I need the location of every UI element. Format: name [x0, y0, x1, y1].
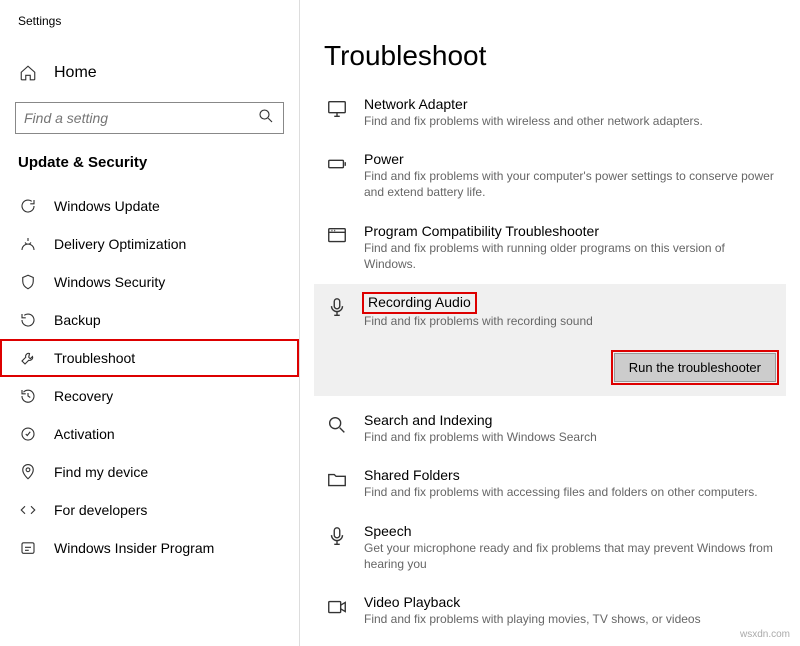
search-icon [257, 107, 275, 130]
wrench-icon [18, 349, 38, 367]
nav-label: Activation [54, 426, 115, 442]
nav-label: Recovery [54, 388, 113, 404]
optimization-icon [18, 235, 38, 253]
watermark: wsxdn.com [740, 629, 790, 640]
search-icon [324, 412, 350, 436]
battery-icon [324, 151, 350, 175]
microphone-icon [324, 523, 350, 547]
ts-power[interactable]: Power Find and fix problems with your co… [324, 145, 776, 206]
sync-icon [18, 197, 38, 215]
ts-search-indexing[interactable]: Search and Indexing Find and fix problem… [324, 406, 776, 451]
nav-label: Windows Update [54, 198, 160, 214]
search-box[interactable] [15, 102, 284, 134]
ts-desc: Find and fix problems with playing movie… [364, 611, 776, 627]
insider-icon [18, 539, 38, 557]
ts-speech[interactable]: Speech Get your microphone ready and fix… [324, 517, 776, 578]
ts-desc: Find and fix problems with running older… [364, 240, 776, 272]
nav-label: For developers [54, 502, 147, 518]
run-troubleshooter-button[interactable]: Run the troubleshooter [614, 353, 776, 382]
location-icon [18, 463, 38, 481]
home-icon [18, 64, 38, 82]
ts-video-playback[interactable]: Video Playback Find and fix problems wit… [324, 588, 776, 633]
microphone-icon [324, 294, 350, 318]
home-label: Home [54, 64, 97, 82]
nav-label: Backup [54, 312, 101, 328]
ts-shared-folders[interactable]: Shared Folders Find and fix problems wit… [324, 461, 776, 506]
ts-title: Power [364, 151, 776, 167]
folder-icon [324, 467, 350, 491]
backup-icon [18, 311, 38, 329]
program-icon [324, 223, 350, 247]
ts-network-adapter[interactable]: Network Adapter Find and fix problems wi… [324, 90, 776, 135]
nav-label: Windows Security [54, 274, 165, 290]
ts-title: Search and Indexing [364, 412, 776, 428]
ts-recording-audio-selected: Recording Audio Find and fix problems wi… [314, 284, 786, 396]
nav-windows-insider[interactable]: Windows Insider Program [0, 529, 299, 567]
monitor-icon [324, 96, 350, 120]
shield-icon [18, 273, 38, 291]
activation-icon [18, 425, 38, 443]
ts-desc: Get your microphone ready and fix proble… [364, 540, 776, 572]
nav-label: Delivery Optimization [54, 236, 186, 252]
nav-delivery-optimization[interactable]: Delivery Optimization [0, 225, 299, 263]
ts-desc: Find and fix problems with accessing fil… [364, 484, 776, 500]
ts-title: Recording Audio [364, 294, 475, 312]
section-title: Update & Security [0, 154, 299, 187]
ts-title: Shared Folders [364, 467, 776, 483]
nav-label: Windows Insider Program [54, 540, 214, 556]
ts-program-compatibility[interactable]: Program Compatibility Troubleshooter Fin… [324, 217, 776, 278]
nav-for-developers[interactable]: For developers [0, 491, 299, 529]
ts-title: Program Compatibility Troubleshooter [364, 223, 776, 239]
nav-windows-security[interactable]: Windows Security [0, 263, 299, 301]
app-title: Settings [0, 8, 299, 34]
nav-label: Find my device [54, 464, 148, 480]
ts-desc: Find and fix problems with wireless and … [364, 113, 776, 129]
ts-desc: Find and fix problems with your computer… [364, 168, 776, 200]
recovery-icon [18, 387, 38, 405]
nav-troubleshoot[interactable]: Troubleshoot [0, 339, 299, 377]
developers-icon [18, 501, 38, 519]
ts-recording-audio[interactable]: Recording Audio Find and fix problems wi… [324, 294, 776, 329]
page-title: Troubleshoot [324, 40, 776, 72]
search-input[interactable] [24, 110, 257, 126]
nav-label: Troubleshoot [54, 350, 135, 366]
ts-desc: Find and fix problems with recording sou… [364, 313, 776, 329]
nav-recovery[interactable]: Recovery [0, 377, 299, 415]
nav-backup[interactable]: Backup [0, 301, 299, 339]
ts-title: Video Playback [364, 594, 776, 610]
ts-title: Network Adapter [364, 96, 776, 112]
ts-title: Speech [364, 523, 776, 539]
home-nav[interactable]: Home [0, 56, 299, 90]
nav-find-my-device[interactable]: Find my device [0, 453, 299, 491]
nav-windows-update[interactable]: Windows Update [0, 187, 299, 225]
nav-activation[interactable]: Activation [0, 415, 299, 453]
video-icon [324, 594, 350, 618]
ts-desc: Find and fix problems with Windows Searc… [364, 429, 776, 445]
